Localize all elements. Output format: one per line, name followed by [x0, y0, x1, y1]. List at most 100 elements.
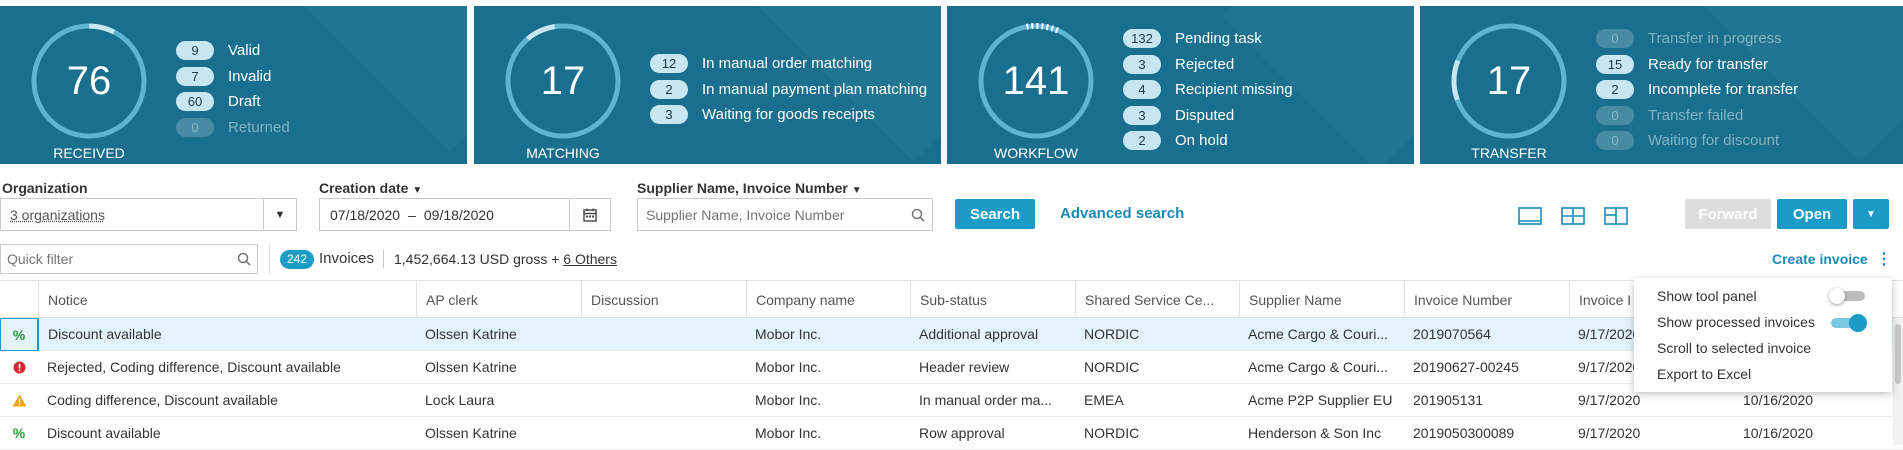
cell-sub-status: Row approval	[919, 425, 1005, 441]
workflow-item-rejected[interactable]: 3 Rejected	[1123, 52, 1293, 78]
workflow-card[interactable]: 141 WORKFLOW 132 Pending task 3 Rejected 4…	[947, 6, 1414, 164]
processed-toggle[interactable]	[1829, 312, 1869, 334]
workflow-list: 132 Pending task 3 Rejected 4 Recipient mis…	[1123, 26, 1293, 154]
column-sub-status[interactable]: Sub-status	[910, 281, 1075, 319]
cell-ap-clerk: Olssen Katrine	[425, 359, 517, 375]
column-shared-service-center[interactable]: Shared Service Ce...	[1075, 281, 1239, 319]
transfer-item-incomplete[interactable]: 2 Incomplete for transfer	[1596, 77, 1798, 103]
cell-due-date: 10/16/2020	[1743, 425, 1814, 441]
item-label: In manual payment plan matching	[702, 80, 928, 98]
column-supplier-name[interactable]: Supplier Name	[1239, 281, 1404, 319]
column-company-name[interactable]: Company name	[746, 281, 910, 319]
cell-ssc: NORDIC	[1084, 425, 1140, 441]
invoice-count-label: Invoices	[319, 250, 375, 267]
cell-supplier: Acme P2P Supplier EU	[1248, 392, 1393, 408]
workflow-item-disputed[interactable]: 3 Disputed	[1123, 103, 1293, 129]
workflow-label: WORKFLOW	[994, 145, 1078, 161]
invoice-grid: Notice AP clerk Discussion Company name …	[0, 280, 1903, 450]
table-row[interactable]: Rejected, Coding difference, Discount av…	[0, 351, 1903, 384]
item-label: On hold	[1175, 132, 1228, 150]
column-discussion[interactable]: Discussion	[581, 281, 746, 319]
matching-card[interactable]: 17 MATCHING 12 In manual order matching 2…	[474, 6, 941, 164]
more-vertical-icon[interactable]: ⋮	[1876, 249, 1892, 269]
received-card[interactable]: 76 RECEIVED 9 Valid 7 Invalid 60 Draft 0 Ret…	[0, 6, 467, 164]
cell-ap-clerk: Olssen Katrine	[425, 425, 517, 441]
search-icon[interactable]	[231, 252, 257, 266]
date-to: 09/18/2020	[423, 206, 494, 223]
cell-ap-clerk: Olssen Katrine	[425, 326, 517, 342]
supplier-search-field[interactable]	[638, 206, 904, 223]
menu-item-scroll-to-selected[interactable]: Scroll to selected invoice	[1657, 336, 1811, 360]
matching-number: 17	[540, 58, 586, 103]
chevron-down-icon[interactable]: ▼	[263, 199, 296, 230]
menu-item-export-excel[interactable]: Export to Excel	[1657, 362, 1751, 386]
table-row[interactable]: % Discount available Olssen Katrine Mobo…	[0, 318, 1903, 351]
layout-split-horizontal-icon[interactable]	[1561, 207, 1585, 225]
count-badge: 3	[1123, 54, 1161, 74]
tool-panel-toggle[interactable]	[1829, 288, 1867, 304]
column-invoice-date[interactable]: Invoice I	[1569, 281, 1639, 319]
cell-ssc: EMEA	[1084, 392, 1124, 408]
matching-item-payment-plan[interactable]: 2 In manual payment plan matching	[650, 77, 927, 103]
count-badge: 12	[650, 54, 688, 74]
column-notice[interactable]: Notice	[38, 281, 416, 319]
received-item-invalid[interactable]: 7 Invalid	[176, 64, 290, 90]
creation-date-label-text: Creation date	[319, 180, 409, 196]
quick-filter-field[interactable]	[1, 251, 231, 267]
icon-column-header[interactable]	[0, 281, 38, 319]
layout-split-vertical-icon[interactable]	[1604, 207, 1628, 225]
calendar-icon[interactable]	[569, 199, 610, 230]
search-button[interactable]: Search	[955, 199, 1035, 229]
organization-value: 3 organizations	[10, 206, 105, 223]
error-icon	[0, 351, 38, 384]
cell-invoice-number: 2019070564	[1413, 326, 1491, 342]
cell-discussion	[581, 417, 746, 450]
discount-icon: %	[0, 318, 38, 351]
menu-item-show-processed[interactable]: Show processed invoices	[1657, 310, 1815, 334]
matching-item-goods-receipts[interactable]: 3 Waiting for goods receipts	[650, 102, 927, 128]
cell-supplier: Acme Cargo & Couri...	[1248, 359, 1389, 375]
create-invoice-link[interactable]: Create invoice	[1772, 251, 1868, 267]
item-label: In manual order matching	[702, 55, 873, 73]
transfer-card[interactable]: 17 TRANSFER 0 Transfer in progress 15 Read…	[1420, 6, 1903, 164]
vertical-scrollbar[interactable]	[1893, 318, 1903, 445]
count-badge: 3	[1123, 105, 1161, 125]
column-invoice-number[interactable]: Invoice Number	[1404, 281, 1569, 319]
cell-ap-clerk: Lock Laura	[425, 392, 495, 408]
layout-single-icon[interactable]	[1518, 207, 1542, 225]
supplier-filter-label[interactable]: Supplier Name, Invoice Number ▼	[637, 180, 862, 196]
invoice-count-badge: 242	[280, 250, 315, 269]
received-item-valid[interactable]: 9 Valid	[176, 38, 290, 64]
cell-notice: Discount available	[38, 318, 416, 351]
item-label: Valid	[228, 42, 261, 60]
open-button[interactable]: Open	[1777, 199, 1847, 229]
others-link[interactable]: 6 Others	[563, 251, 617, 267]
open-options-button[interactable]: ▼	[1853, 199, 1889, 229]
count-badge: 60	[176, 92, 214, 112]
scrollbar-thumb[interactable]	[1895, 324, 1901, 384]
workflow-item-pending[interactable]: 132 Pending task	[1123, 26, 1293, 52]
menu-item-show-tool-panel[interactable]: Show tool panel	[1657, 284, 1757, 308]
transfer-item-ready[interactable]: 15 Ready for transfer	[1596, 52, 1798, 78]
table-row[interactable]: % Discount available Olssen Katrine Mobo…	[0, 417, 1903, 450]
workflow-item-recipient-missing[interactable]: 4 Recipient missing	[1123, 77, 1293, 103]
date-range-input[interactable]: 07/18/2020 – 09/18/2020	[319, 198, 611, 231]
received-item-draft[interactable]: 60 Draft	[176, 89, 290, 115]
creation-date-label[interactable]: Creation date ▼	[319, 180, 422, 196]
advanced-search-link[interactable]: Advanced search	[1060, 205, 1184, 222]
table-row[interactable]: Coding difference, Discount available Lo…	[0, 384, 1903, 417]
column-ap-clerk[interactable]: AP clerk	[416, 281, 581, 319]
cell-sub-status: Header review	[919, 359, 1010, 375]
matching-item-order[interactable]: 12 In manual order matching	[650, 51, 927, 77]
cell-discussion	[581, 318, 746, 351]
quick-filter-input[interactable]	[0, 244, 258, 274]
cell-invoice-date: 9/17/2020	[1578, 425, 1641, 441]
cell-ssc: NORDIC	[1084, 326, 1140, 342]
count-badge: 0	[1596, 131, 1634, 151]
organization-select[interactable]: 3 organizations ▼	[0, 198, 297, 231]
forward-button[interactable]: Forward	[1685, 199, 1771, 229]
search-icon[interactable]	[904, 208, 932, 222]
workflow-item-on-hold[interactable]: 2 On hold	[1123, 128, 1293, 154]
supplier-search-input[interactable]	[637, 198, 933, 231]
count-badge: 9	[176, 41, 214, 61]
